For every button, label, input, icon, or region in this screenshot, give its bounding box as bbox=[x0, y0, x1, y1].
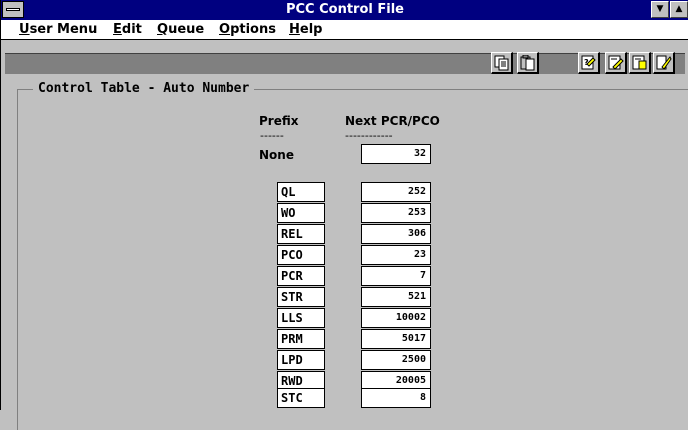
next-number-field[interactable]: 7 bbox=[361, 266, 431, 286]
menu-accel: U bbox=[19, 22, 30, 37]
copy-icon bbox=[494, 55, 509, 71]
menu-label-rest: ptions bbox=[230, 22, 276, 37]
next-number-field[interactable]: 521 bbox=[361, 287, 431, 307]
prefix-field[interactable]: WO bbox=[277, 203, 325, 223]
group-title: Control Table - Auto Number bbox=[33, 81, 255, 96]
menu-queue[interactable]: Queue bbox=[157, 22, 204, 37]
default-prefix-label: None bbox=[259, 148, 294, 162]
prefix-field[interactable]: REL bbox=[277, 224, 325, 244]
prefix-field[interactable]: LPD bbox=[277, 350, 325, 370]
query-button[interactable]: ? bbox=[578, 52, 600, 74]
query-run-button[interactable] bbox=[653, 52, 675, 74]
menu-help[interactable]: Help bbox=[289, 22, 322, 37]
default-next-number-field[interactable]: 32 bbox=[361, 144, 431, 164]
menu-label-rest: dit bbox=[121, 22, 142, 37]
prefix-field[interactable]: PCO bbox=[277, 245, 325, 265]
paste-icon bbox=[520, 55, 535, 71]
query-edit-button[interactable] bbox=[605, 52, 627, 74]
prefix-field[interactable]: QL bbox=[277, 182, 325, 202]
next-number-field[interactable]: 2500 bbox=[361, 350, 431, 370]
copy-button[interactable] bbox=[491, 52, 513, 74]
query-icon: ? bbox=[581, 55, 596, 70]
maximize-button[interactable]: ▲ bbox=[670, 1, 688, 18]
prefix-field[interactable]: STC bbox=[277, 388, 325, 408]
next-number-field[interactable]: 253 bbox=[361, 203, 431, 223]
next-number-field[interactable]: 23 bbox=[361, 245, 431, 265]
query-save-icon bbox=[632, 55, 647, 70]
next-header-underline: ------------ bbox=[345, 129, 393, 142]
menu-accel: O bbox=[219, 22, 231, 37]
paste-button[interactable] bbox=[517, 52, 539, 74]
menu-label-rest: ser Menu bbox=[29, 22, 98, 37]
svg-text:?: ? bbox=[584, 58, 589, 67]
prefix-header-underline: ------ bbox=[260, 129, 284, 142]
next-number-field[interactable]: 306 bbox=[361, 224, 431, 244]
title-bar[interactable]: PCC Control File ▼ ▲ bbox=[1, 0, 688, 20]
window-title: PCC Control File bbox=[285, 2, 404, 17]
next-number-field[interactable]: 252 bbox=[361, 182, 431, 202]
app-window: PCC Control File ▼ ▲ User Menu Edit Queu… bbox=[0, 0, 688, 430]
query-edit-icon bbox=[608, 55, 624, 70]
prefix-field[interactable]: PRM bbox=[277, 329, 325, 349]
menu-options[interactable]: Options bbox=[219, 22, 276, 37]
query-save-button[interactable] bbox=[629, 52, 651, 74]
menu-bar: User Menu Edit Queue Options Help bbox=[1, 20, 688, 40]
menu-label-rest: ueue bbox=[168, 22, 205, 37]
query-run-icon bbox=[656, 55, 672, 70]
maximize-icon: ▲ bbox=[675, 4, 683, 14]
next-number-field[interactable]: 10002 bbox=[361, 308, 431, 328]
prefix-header: Prefix bbox=[259, 114, 299, 128]
menu-accel: E bbox=[113, 22, 122, 37]
menu-edit[interactable]: Edit bbox=[113, 22, 142, 37]
prefix-field[interactable]: LLS bbox=[277, 308, 325, 328]
prefix-field[interactable]: STR bbox=[277, 287, 325, 307]
menu-label-rest: elp bbox=[299, 22, 323, 37]
prefix-field[interactable]: PCR bbox=[277, 266, 325, 286]
next-number-field[interactable]: 8 bbox=[361, 388, 431, 408]
minimize-icon: ▼ bbox=[656, 4, 664, 14]
menu-accel: H bbox=[289, 22, 300, 37]
menu-user-menu[interactable]: User Menu bbox=[19, 22, 97, 37]
toolbar: ? bbox=[1, 40, 688, 74]
next-number-field[interactable]: 5017 bbox=[361, 329, 431, 349]
menu-accel: Q bbox=[157, 22, 169, 37]
minimize-button[interactable]: ▼ bbox=[651, 1, 669, 18]
next-number-header: Next PCR/PCO bbox=[345, 114, 440, 128]
